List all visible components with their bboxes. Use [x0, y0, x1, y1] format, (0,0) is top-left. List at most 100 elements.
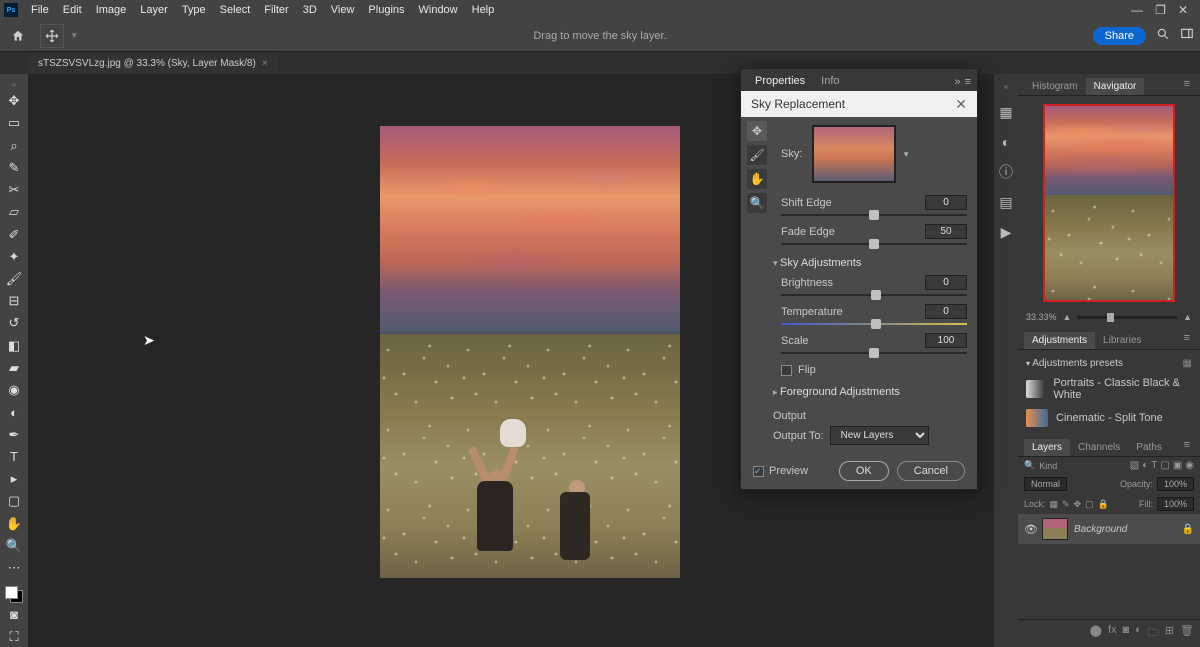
zoom-out-icon[interactable]: ▲ [1063, 312, 1072, 322]
marquee-tool[interactable]: ▭ [3, 113, 25, 133]
preview-checkbox[interactable] [753, 466, 764, 477]
navigator-thumbnail[interactable] [1018, 96, 1200, 310]
adjustment-layer-icon[interactable]: ◐ [1135, 624, 1142, 643]
tab-layers[interactable]: Layers [1024, 439, 1070, 456]
output-to-dropdown[interactable]: New Layers [830, 426, 929, 445]
menu-view[interactable]: View [324, 0, 362, 20]
stamp-tool[interactable]: ⊟ [3, 291, 25, 311]
filter-smart-icon[interactable]: ▣ [1173, 460, 1182, 471]
dialog-menu-icon[interactable]: ≡ [965, 76, 971, 88]
temperature-slider[interactable] [781, 321, 967, 327]
tab-channels[interactable]: Channels [1070, 439, 1128, 456]
sky-adjustments-header[interactable]: Sky Adjustments [773, 257, 967, 269]
tab-histogram[interactable]: Histogram [1024, 78, 1086, 95]
grid-view-icon[interactable]: ▦ [1183, 358, 1192, 369]
panel-menu-icon[interactable]: ≡ [1184, 439, 1194, 456]
flip-checkbox[interactable] [781, 365, 792, 376]
layer-background[interactable]: 👁 Background 🔒 [1018, 514, 1200, 544]
scale-slider[interactable] [781, 350, 967, 356]
dialog-tab-properties[interactable]: Properties [747, 71, 813, 91]
shift-edge-slider[interactable] [781, 212, 967, 218]
layer-lock-icon[interactable]: 🔒 [1182, 524, 1194, 535]
tab-close-icon[interactable]: × [262, 58, 268, 69]
history-brush-tool[interactable]: ↺ [3, 313, 25, 333]
filter-type-icon[interactable]: T [1151, 460, 1157, 471]
window-close-icon[interactable]: ✕ [1178, 3, 1188, 17]
lock-artboard-icon[interactable]: ▢ [1085, 499, 1094, 510]
adjustments-panel-icon[interactable]: ◐ [997, 133, 1015, 151]
window-restore-icon[interactable]: ❐ [1155, 3, 1166, 17]
lock-transparency-icon[interactable]: ▦ [1050, 499, 1059, 510]
zoom-tool[interactable]: 🔍 [3, 536, 25, 556]
screen-mode-icon[interactable]: ⛶ [3, 627, 25, 647]
menu-plugins[interactable]: Plugins [361, 0, 411, 20]
quick-mask-icon[interactable]: ◙ [3, 605, 25, 625]
pen-tool[interactable]: ✒ [3, 425, 25, 445]
color-panel-icon[interactable]: ▦ [997, 103, 1015, 121]
crop-tool[interactable]: ✂ [3, 180, 25, 200]
wand-tool[interactable]: ✎ [3, 158, 25, 178]
delete-layer-icon[interactable]: 🗑 [1180, 624, 1194, 643]
lasso-tool[interactable]: ⌕ [3, 135, 25, 155]
dialog-tab-info[interactable]: Info [813, 71, 847, 91]
tab-libraries[interactable]: Libraries [1095, 332, 1149, 349]
filter-pixel-icon[interactable]: ▧ [1130, 460, 1139, 471]
filter-toggle-icon[interactable]: ◉ [1185, 460, 1194, 471]
brightness-slider[interactable] [781, 292, 967, 298]
more-tools[interactable]: ⋯ [3, 558, 25, 578]
eraser-tool[interactable]: ◧ [3, 336, 25, 356]
blur-tool[interactable]: ◉ [3, 380, 25, 400]
tab-adjustments[interactable]: Adjustments [1024, 332, 1095, 349]
menu-3d[interactable]: 3D [296, 0, 324, 20]
sky-move-tool-icon[interactable]: ✥ [747, 121, 767, 141]
sky-hand-tool-icon[interactable]: ✋ [747, 169, 767, 189]
brush-tool[interactable]: 🖌 [3, 269, 25, 289]
tab-navigator[interactable]: Navigator [1086, 78, 1145, 95]
actions-panel-icon[interactable]: ▶ [997, 223, 1015, 241]
document-tab[interactable]: sTSZSVSVLzg.jpg @ 33.3% (Sky, Layer Mask… [28, 54, 278, 73]
move-tool-icon[interactable] [40, 24, 64, 48]
layer-group-icon[interactable]: 🗀 [1148, 624, 1159, 643]
layer-visibility-icon[interactable]: 👁 [1024, 523, 1036, 536]
opacity-value[interactable]: 100% [1157, 477, 1194, 491]
dialog-close-icon[interactable]: ✕ [955, 96, 967, 113]
new-layer-icon[interactable]: ⊞ [1165, 624, 1174, 643]
libraries-panel-icon[interactable]: ▤ [997, 193, 1015, 211]
hand-tool[interactable]: ✋ [3, 513, 25, 533]
window-minimize-icon[interactable]: — [1131, 3, 1143, 17]
sky-brush-tool-icon[interactable]: 🖌 [747, 145, 767, 165]
type-tool[interactable]: T [3, 447, 25, 467]
navigator-zoom-slider[interactable] [1077, 316, 1177, 319]
lock-image-icon[interactable]: ✎ [1062, 499, 1070, 510]
panel-menu-icon[interactable]: ≡ [1184, 78, 1194, 95]
cancel-button[interactable]: Cancel [897, 461, 965, 481]
color-swatch[interactable] [5, 586, 23, 603]
filter-shape-icon[interactable]: ▢ [1160, 460, 1169, 471]
share-button[interactable]: Share [1093, 27, 1146, 45]
home-icon[interactable] [6, 24, 30, 48]
search-icon[interactable] [1156, 27, 1170, 44]
lock-all-icon[interactable]: 🔒 [1098, 499, 1109, 510]
preset-split-tone[interactable]: Cinematic - Split Tone [1018, 405, 1200, 431]
layer-fx-icon[interactable]: fx [1108, 624, 1117, 643]
menu-image[interactable]: Image [89, 0, 134, 20]
fade-edge-slider[interactable] [781, 241, 967, 247]
lock-position-icon[interactable]: ✥ [1074, 499, 1082, 510]
fade-edge-value[interactable]: 50 [925, 224, 967, 239]
menu-filter[interactable]: Filter [257, 0, 295, 20]
ok-button[interactable]: OK [839, 461, 889, 481]
preset-classic-bw[interactable]: Portraits - Classic Black & White [1018, 373, 1200, 405]
gradient-tool[interactable]: ▰ [3, 358, 25, 378]
eyedropper-tool[interactable]: ✐ [3, 224, 25, 244]
info-panel-icon[interactable]: ⓘ [997, 163, 1015, 181]
link-layers-icon[interactable]: ⬤ [1090, 624, 1102, 643]
menu-window[interactable]: Window [412, 0, 465, 20]
filter-adjust-icon[interactable]: ◐ [1142, 460, 1148, 471]
menu-select[interactable]: Select [213, 0, 258, 20]
shift-edge-value[interactable]: 0 [925, 195, 967, 210]
shape-tool[interactable]: ▢ [3, 491, 25, 511]
dialog-collapse-icon[interactable]: » [954, 76, 960, 88]
scale-value[interactable]: 100 [925, 333, 967, 348]
dodge-tool[interactable]: ◐ [3, 402, 25, 422]
menu-help[interactable]: Help [465, 0, 502, 20]
